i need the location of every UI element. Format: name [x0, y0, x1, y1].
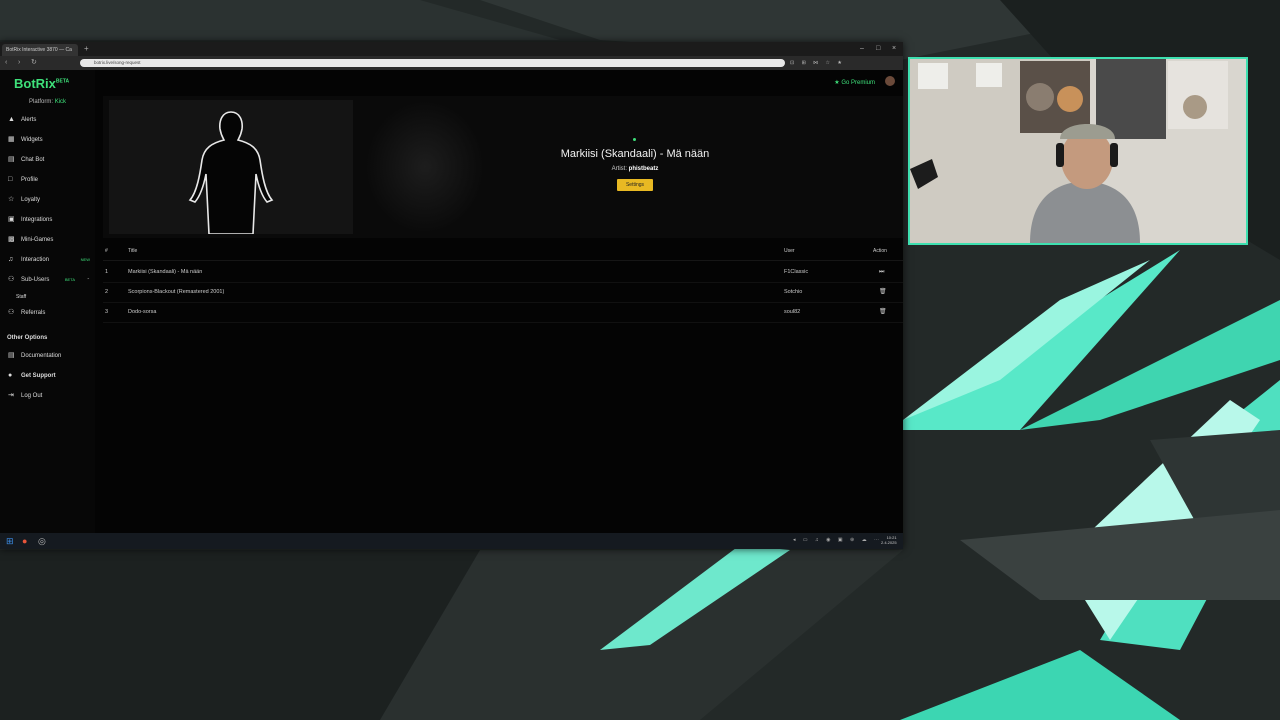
sidebar-item-interaction[interactable]: ♫ Interaction NEW	[0, 253, 95, 267]
trash-icon[interactable]: 🗑	[879, 302, 887, 322]
sidebar-item-log-out[interactable]: ⇥ Log Out	[0, 389, 95, 403]
sidebar-item-chat-bot[interactable]: ▤ Chat Bot	[0, 153, 95, 167]
address-bar-row: ‹ › ↻ botrix.live/song-request ⊡ ⊞ ⋈ ☆ ★	[0, 56, 903, 70]
trash-icon[interactable]: 🗑	[879, 282, 887, 302]
sidebar-item-profile[interactable]: □ Profile	[0, 173, 95, 187]
reload-icon[interactable]: ↻	[31, 58, 37, 68]
col-action: Action	[873, 248, 887, 254]
other-options-heading: Other Options	[7, 335, 48, 341]
maximize-button[interactable]: □	[876, 44, 880, 54]
star-icon: ☆	[8, 196, 15, 203]
gamepad-icon: ▩	[8, 236, 15, 243]
windows-start-icon[interactable]: ⊞	[6, 536, 14, 546]
taskbar: ⊞ ● ◎ ◂ ▭ ♫ ◉ ▣ ⊕ ☁ ⋯ 10:21 2.4.2025	[0, 533, 903, 549]
go-premium-button[interactable]: ★ Go Premium	[834, 79, 875, 86]
play-icon[interactable]: ⏭	[879, 262, 884, 282]
beta-badge: BETA	[55, 78, 70, 85]
sidebar-item-documentation[interactable]: ▤ Documentation	[0, 349, 95, 363]
logout-icon: ⇥	[8, 392, 14, 399]
sidebar-item-widgets[interactable]: ▦ Widgets	[0, 133, 95, 147]
table-row: 2 Scorpions-Blackout (Remastered 2001) S…	[103, 282, 903, 303]
plug-icon: ▣	[8, 216, 15, 223]
col-title: Title	[128, 248, 138, 254]
new-tab-button[interactable]: +	[84, 44, 89, 54]
sidebar-item-mini-games[interactable]: ▩ Mini-Games	[0, 233, 95, 247]
users-icon: ⚇	[8, 276, 15, 283]
sidebar-item-staff[interactable]: Staff	[0, 290, 95, 304]
webcam-image	[910, 59, 1246, 243]
avatar[interactable]	[885, 76, 895, 86]
platform-value[interactable]: Kick	[55, 99, 66, 105]
app-icon[interactable]: ◎	[38, 536, 46, 546]
sidebar-item-get-support[interactable]: ● Get Support	[0, 369, 95, 383]
table-row: 1 Markiisi (Skandaali) - Mä nään F1Class…	[103, 262, 903, 283]
user-icon: □	[8, 176, 13, 183]
close-window-button[interactable]: ×	[892, 44, 896, 54]
url-input[interactable]: botrix.live/song-request	[80, 59, 785, 67]
browser-window: BotRix Interactive 3870 — Ca + – □ × ‹ ›…	[0, 42, 903, 549]
chat-icon: ▤	[8, 156, 15, 163]
sidebar: BotRixBETA Platform: Kick ▲ Alerts ▦ Widge…	[0, 70, 95, 533]
support-icon: ●	[8, 372, 13, 379]
sidebar-item-loyalty[interactable]: ☆ Loyalty	[0, 193, 95, 207]
back-icon[interactable]: ‹	[5, 58, 7, 68]
sidebar-item-integrations[interactable]: ▣ Integrations	[0, 213, 95, 227]
sidebar-item-sub-users[interactable]: ⚇ Sub-Users BETA ⌃	[0, 273, 95, 287]
album-art-figure	[109, 100, 353, 235]
platform-label: Platform: Kick	[29, 99, 67, 105]
new-badge: NEW	[80, 257, 90, 262]
browser-tab[interactable]: BotRix Interactive 3870 — Ca	[2, 44, 78, 56]
album-cover	[109, 100, 353, 235]
system-tray-icons[interactable]: ◂ ▭ ♫ ◉ ▣ ⊕ ☁ ⋯	[793, 537, 882, 543]
status-dot	[633, 138, 636, 141]
botrix-page: BotRixBETA Platform: Kick ▲ Alerts ▦ Widge…	[0, 70, 903, 533]
brand-logo[interactable]: BotRixBETA	[14, 76, 69, 91]
taskbar-clock[interactable]: 10:21 2.4.2025	[881, 535, 897, 545]
sidebar-item-alerts[interactable]: ▲ Alerts	[0, 113, 95, 127]
queue-table-header: # Title User Action	[103, 248, 903, 261]
doc-icon: ▤	[8, 352, 15, 359]
chevron-up-icon[interactable]: ⌃	[87, 273, 90, 287]
table-row: 3 Dodo-sorsa soul82 🗑	[103, 302, 903, 323]
extension-icons[interactable]: ⊡ ⊞ ⋈ ☆ ★	[790, 59, 845, 67]
browser-titlebar: BotRix Interactive 3870 — Ca + – □ ×	[0, 42, 903, 56]
widgets-icon: ▦	[8, 136, 15, 143]
forward-icon[interactable]: ›	[18, 58, 20, 68]
main-content: ★ Go Premium Markiisi (Skandaali) - Mä n…	[95, 70, 903, 533]
sidebar-item-referrals[interactable]: ⚇ Referrals	[0, 306, 95, 320]
webcam-feed	[908, 57, 1248, 245]
minimize-button[interactable]: –	[860, 44, 864, 54]
col-num: #	[105, 248, 108, 254]
bell-icon: ▲	[8, 116, 15, 123]
col-user: User	[784, 248, 795, 254]
song-title: Markiisi (Skandaali) - Mä nään	[560, 148, 710, 160]
browser-icon[interactable]: ●	[22, 536, 27, 546]
music-icon: ♫	[8, 256, 14, 263]
song-artist: Artist: phistbeatz	[611, 166, 659, 172]
now-playing-panel: Markiisi (Skandaali) - Mä nään Artist: p…	[103, 96, 903, 238]
beta-badge: BETA	[64, 277, 75, 282]
settings-button[interactable]: Settings	[617, 179, 653, 191]
star-icon: ★	[834, 80, 840, 86]
users-icon: ⚇	[8, 309, 15, 316]
